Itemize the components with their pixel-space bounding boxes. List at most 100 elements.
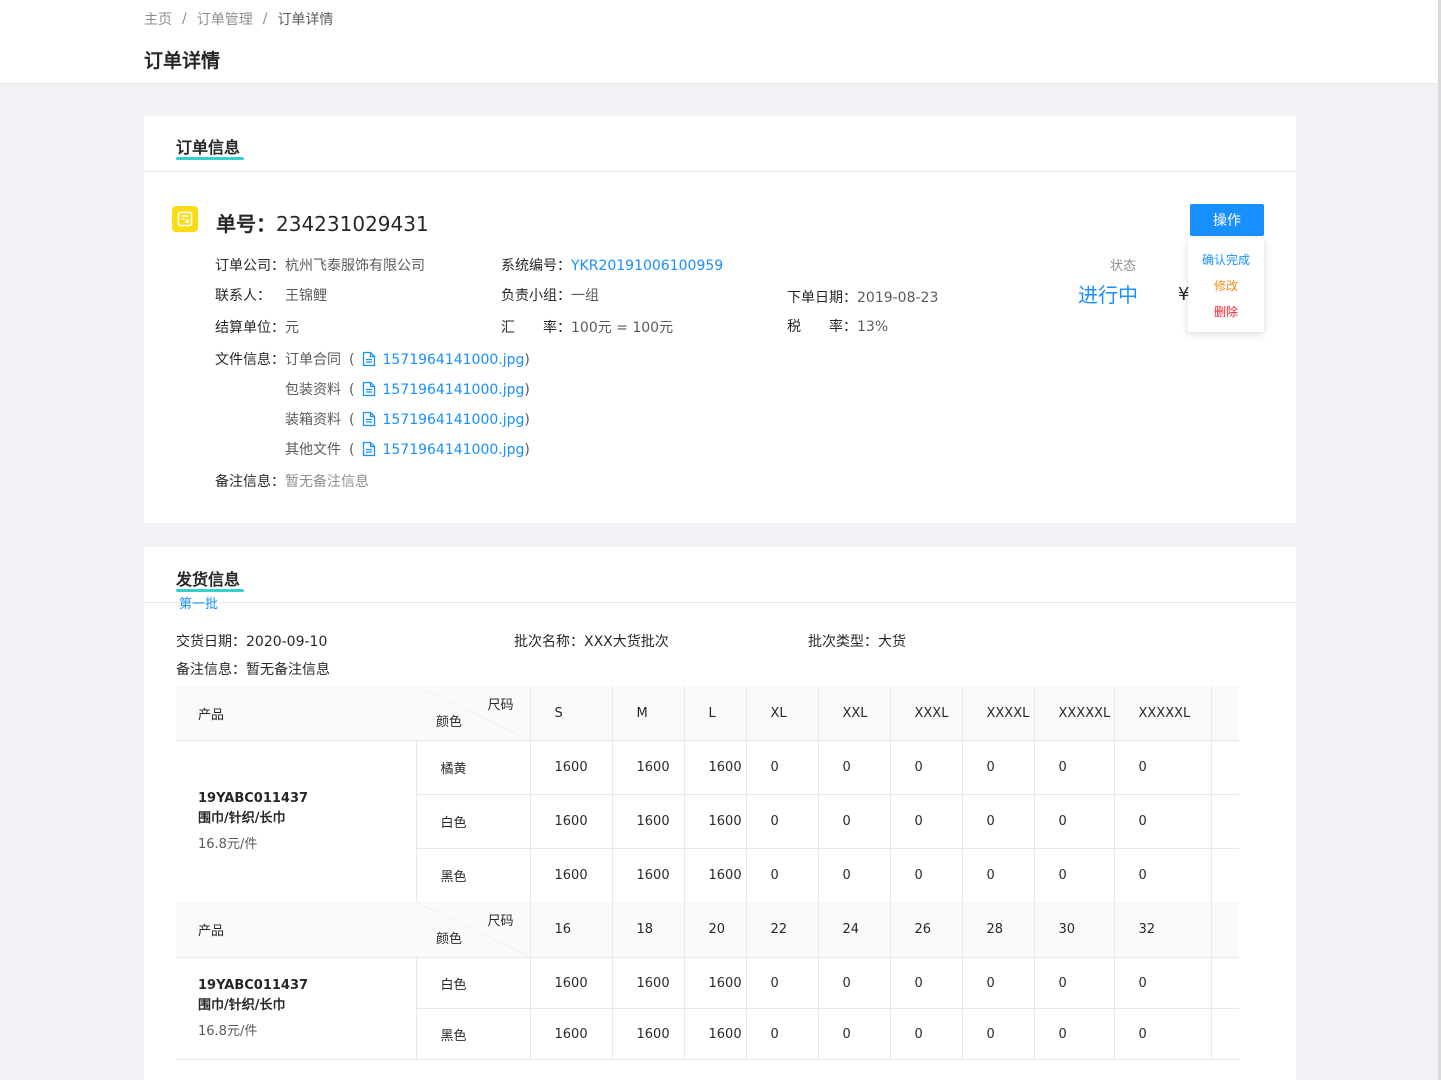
order-date-field: 下单日期：2019-08-23 [787,287,938,307]
product-header: 产品 [176,902,416,958]
size-column-header: L [684,686,747,741]
quantity-cell: 0 [1034,848,1115,903]
file-paren-open: ( [349,352,355,368]
order-number: 单号：234231029431 [216,208,429,237]
table-spacer [1211,1008,1239,1060]
file-link[interactable]: 1571964141000.jpg [382,352,524,368]
quantity-cell: 1600 [530,957,613,1009]
system-number-link[interactable]: YKR2019100610095​9 [571,258,723,274]
quantity-cell: 0 [962,957,1035,1009]
size-color-header: 尺码 颜色 [416,902,531,958]
tax-value: 13% [857,319,889,335]
file-paren-close: ) [524,442,530,458]
group-field: 负责小组：一组 [501,285,599,305]
operation-button[interactable]: 操作 [1190,204,1264,236]
quantity-cell: 0 [890,848,963,903]
quantity-cell: 1600 [612,957,685,1009]
menu-item-delete[interactable]: 删除 [1188,303,1264,320]
tab-batch-1[interactable]: 第一批 [179,593,218,612]
contact-value: 王锦鲤 [285,288,327,304]
order-info-card: 订单信息 单号：234231029431 操作 确认完成 修改 删除 订单公司：… [144,116,1296,523]
status-value: 进行中 [1078,283,1138,307]
breadcrumb-separator: / [262,11,268,27]
file-paren-open: ( [349,442,355,458]
size-column-header: XL [746,686,819,741]
order-info-title: 订单信息 [176,134,245,160]
quantity-cell: 0 [1114,1008,1212,1060]
remark-label: 备注信息： [215,474,285,490]
size-column-header: XXXXXL [1114,686,1212,741]
title-underline [176,157,245,160]
quantity-cell: 1600 [530,1008,613,1060]
file-icon [362,351,376,371]
quantity-cell: 0 [890,1008,963,1060]
quantity-cell: 0 [818,957,891,1009]
table-row: 19YABC011437 围巾/针织/长巾 16.8元/件 橘黄 1600 1600 160… [176,740,1239,903]
size-column-header: S [530,686,613,741]
order-info-title-text: 订单信息 [176,138,241,157]
batch-type-label: 批次类型： [808,634,878,650]
remark-field: 备注信息：暂无备注信息 [215,471,369,491]
quantity-cell: 0 [962,848,1035,903]
menu-item-confirm[interactable]: 确认完成 [1188,251,1264,268]
page-header: 主页 / 订单管理 / 订单详情 订单详情 [0,0,1441,84]
size-column-header: 22 [746,902,819,958]
quantity-cell: 0 [1114,740,1212,795]
product-name: 围巾/针织/长巾 [198,810,286,826]
shipment-info-card: 发货信息 第一批 交货日期：2020-09-10 批次名称：XXX大货批次 批次… [144,547,1296,1080]
rate-label: 汇 率： [501,320,571,336]
page-title: 订单详情 [144,50,221,72]
table-spacer [1211,902,1239,958]
quantity-cell: 0 [746,848,819,903]
rate-value: 100元 = 100元 [571,320,674,336]
file-paren-close: ) [524,412,530,428]
order-document-icon [172,206,198,232]
color-cell: 白色 [416,794,531,849]
table-spacer [1211,957,1239,1009]
table-spacer [1211,794,1239,849]
menu-item-edit[interactable]: 修改 [1188,277,1264,294]
group-label: 负责小组： [501,288,571,304]
quantity-cell: 0 [746,794,819,849]
batch-name-field: 批次名称：XXX大货批次 [514,631,669,651]
quantity-cell: 1600 [612,794,685,849]
contact-label: 联系人： [215,288,271,304]
company-value: 杭州飞泰服饰有限公司 [285,258,425,274]
quantity-cell: 0 [890,794,963,849]
file-link[interactable]: 1571964141000.jpg [382,442,524,458]
group-value: 一组 [571,288,599,304]
product-cell: 19YABC011437 围巾/针织/长巾 16.8元/件 [176,957,417,1060]
breadcrumb: 主页 / 订单管理 / 订单详情 [144,9,333,29]
status-label: 状态 [1110,259,1137,274]
file-link[interactable]: 1571964141000.jpg [382,412,524,428]
file-item: 订单合同 (1571964141000.jpg) [285,349,530,371]
product-price: 16.8元/件 [198,1023,258,1039]
quantity-cell: 0 [818,740,891,795]
file-icon [362,411,376,431]
file-link[interactable]: 1571964141000.jpg [382,382,524,398]
size-color-header: 尺码 颜色 [416,686,531,741]
unit-label: 结算单位： [215,320,285,336]
order-number-value: 234231029431 [276,212,429,236]
quantity-cell: 0 [818,1008,891,1060]
batch-name-label: 批次名称： [514,634,584,650]
shipment-card-head: 发货信息 第一批 [144,547,1296,612]
file-type: 其他文件 [285,442,341,458]
table-spacer [1211,740,1239,795]
breadcrumb-home[interactable]: 主页 [144,9,172,29]
system-number-label: 系统编号： [501,258,571,274]
quantity-cell: 0 [818,848,891,903]
batch-type-value: 大货 [878,634,906,650]
size-header: 尺码 [487,698,514,713]
product-code: 19YABC011437 [198,977,309,993]
breadcrumb-orders[interactable]: 订单管理 [197,9,253,29]
file-type: 包装资料 [285,382,341,398]
quantity-cell: 0 [962,740,1035,795]
table-spacer [1211,848,1239,903]
quantity-cell: 0 [746,957,819,1009]
quantity-cell: 1600 [684,848,747,903]
quantity-cell: 1600 [612,740,685,795]
files-label: 文件信息： [215,352,285,368]
size-column-header: 18 [612,902,685,958]
file-icon [362,381,376,401]
